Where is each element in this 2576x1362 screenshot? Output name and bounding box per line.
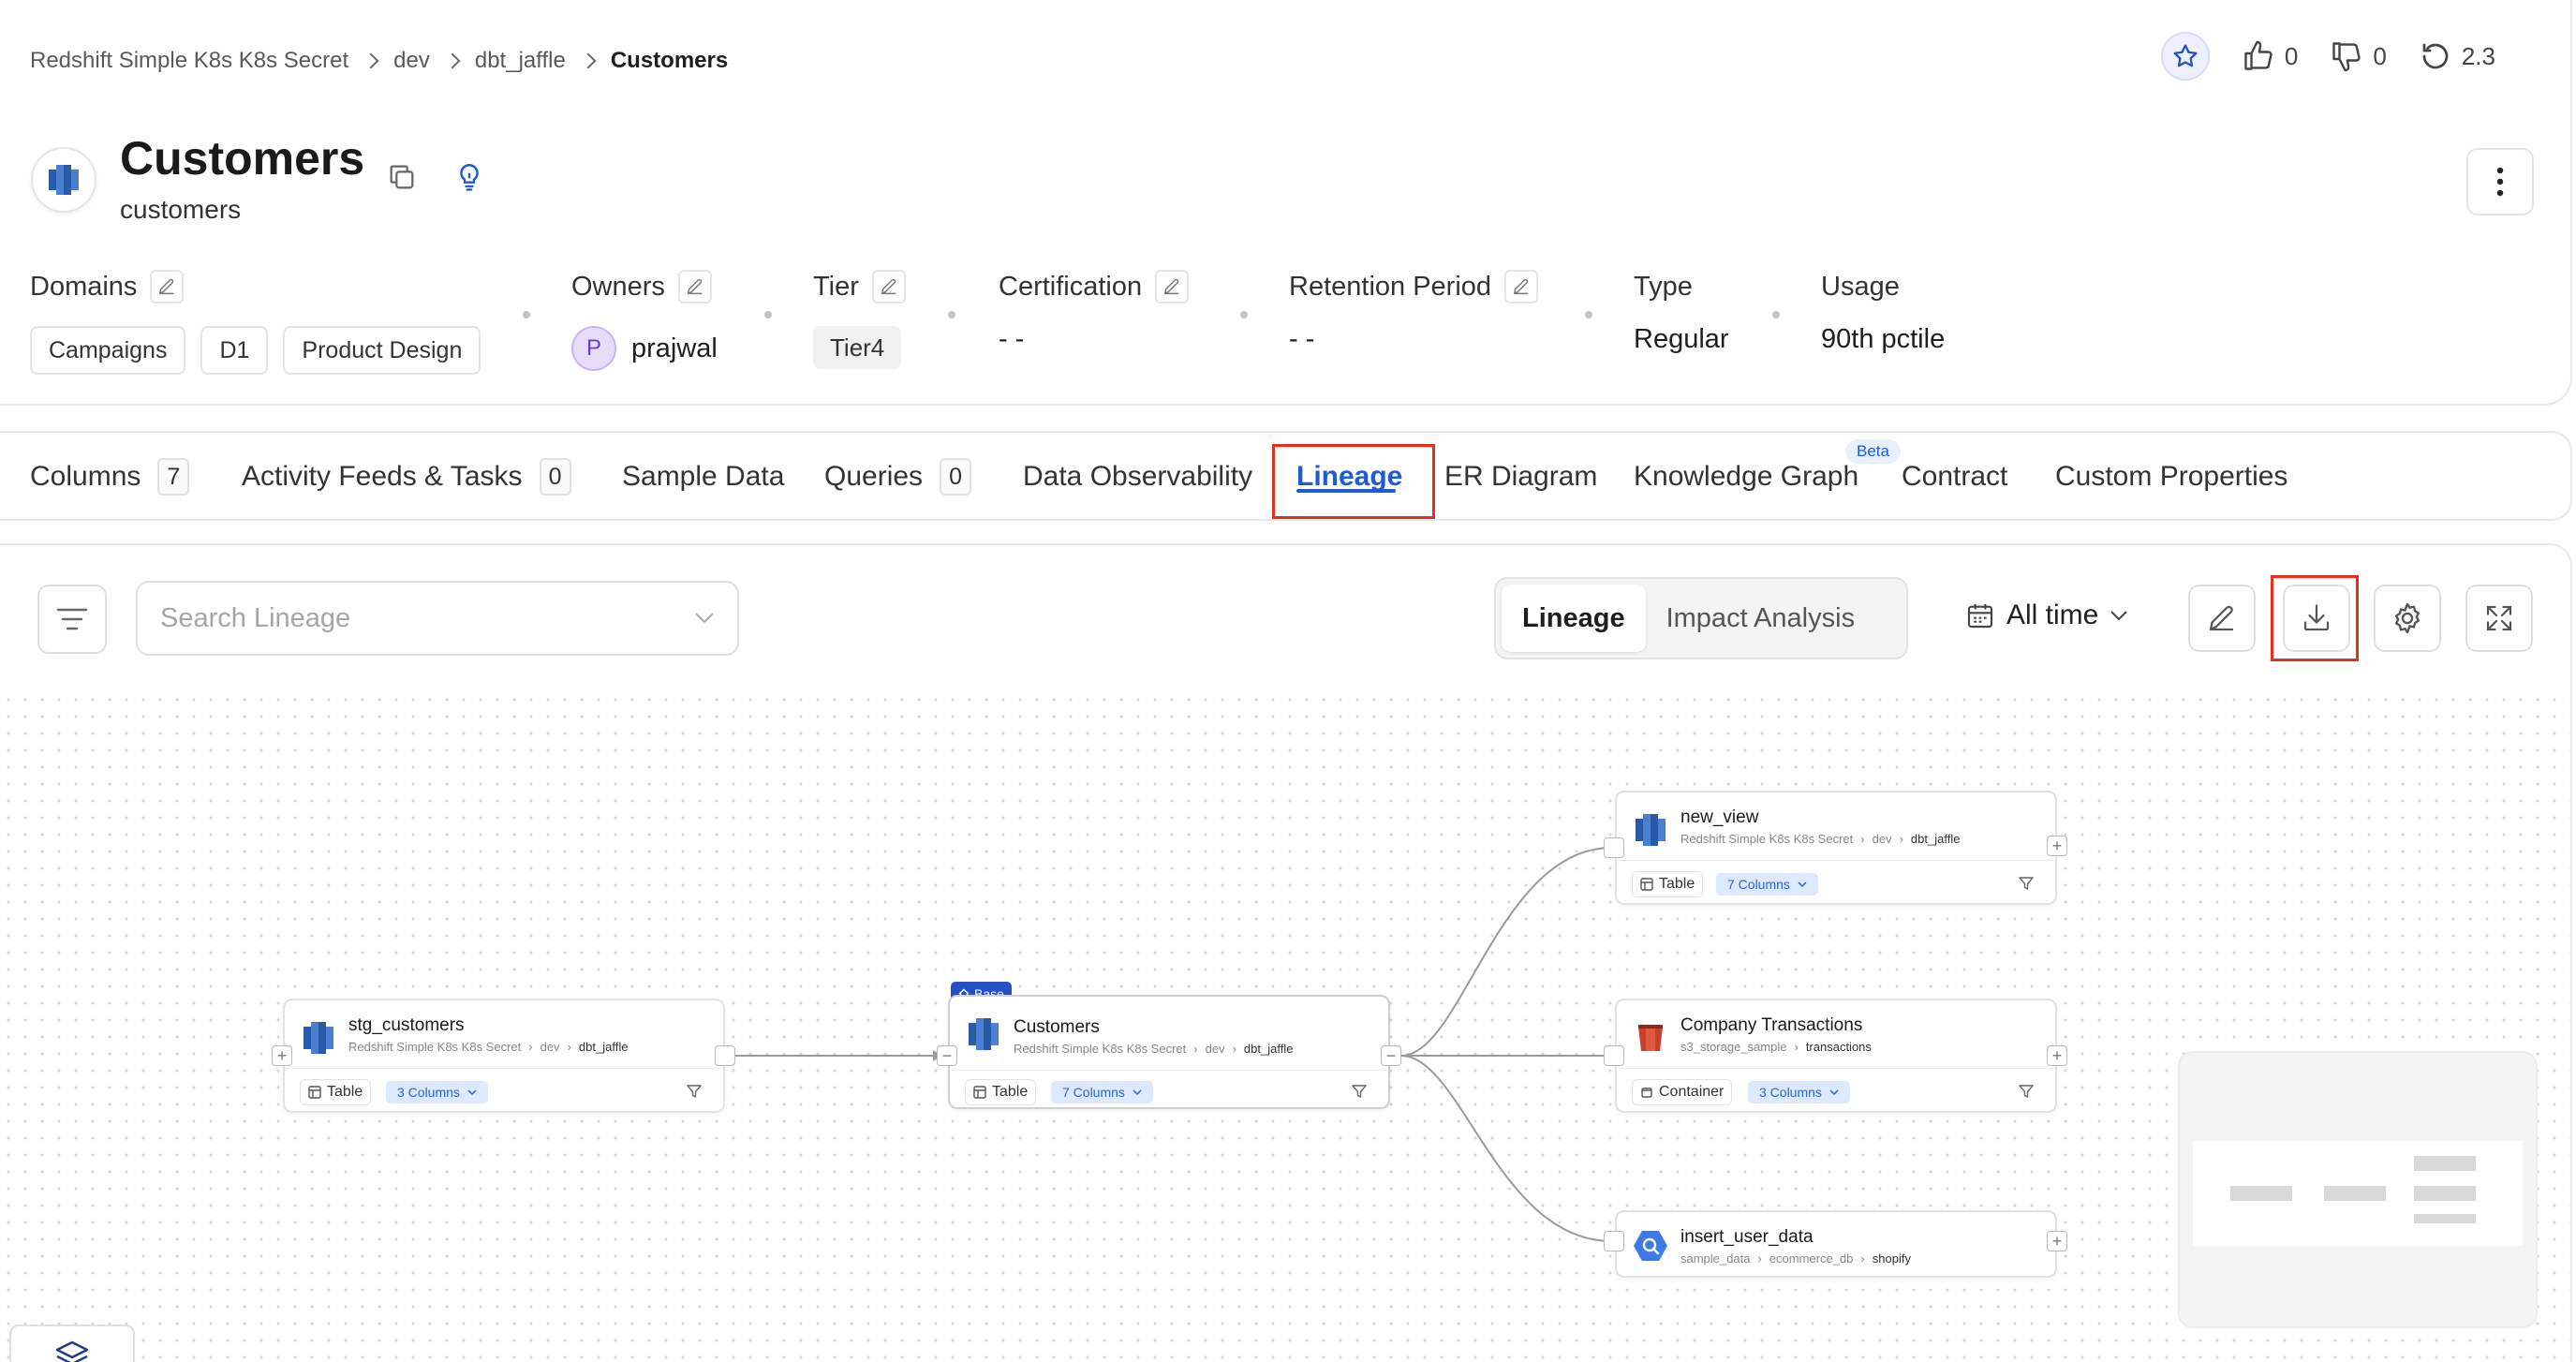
- chevron-right-icon: ›: [1899, 832, 1903, 846]
- s3-bucket-icon: [1638, 1025, 1663, 1051]
- columns-count: 7 Columns: [1727, 877, 1790, 892]
- table-icon: [1640, 878, 1653, 891]
- minimap-node: [2414, 1214, 2476, 1223]
- chevron-right-icon: ›: [567, 1040, 571, 1054]
- path-segment: dbt_jaffle: [1243, 1042, 1294, 1056]
- node-type: Table: [992, 1084, 1029, 1100]
- node-type-tag: Table: [1632, 871, 1704, 897]
- chevron-right-icon: ›: [1193, 1042, 1198, 1056]
- lineage-node-customers[interactable]: Customers Redshift Simple K8s K8s Secret…: [948, 995, 1390, 1109]
- node-type: Table: [1659, 876, 1695, 892]
- table-icon: [308, 1086, 321, 1099]
- chevron-right-icon: ›: [1794, 1040, 1799, 1054]
- path-segment: Redshift Simple K8s K8s Secret: [348, 1040, 522, 1054]
- node-divider: [285, 1068, 723, 1069]
- lineage-node-stg-customers[interactable]: stg_customers Redshift Simple K8s K8s Se…: [283, 999, 725, 1113]
- layers-icon: [55, 1340, 89, 1362]
- expand-downstream-button[interactable]: +: [2047, 1045, 2067, 1066]
- node-name: insert_user_data: [1680, 1227, 1814, 1247]
- funnel-icon[interactable]: [686, 1083, 703, 1100]
- node-input-handle[interactable]: [1604, 837, 1624, 858]
- node-input-handle[interactable]: [1604, 1045, 1624, 1066]
- bigquery-icon: [1634, 1231, 1667, 1261]
- path-segment: dbt_jaffle: [578, 1040, 629, 1054]
- node-divider: [1617, 1068, 2055, 1069]
- path-segment: dev: [540, 1040, 560, 1054]
- container-icon: [1641, 1088, 1652, 1098]
- node-divider: [950, 1070, 1388, 1071]
- node-type-tag: Table: [300, 1079, 372, 1105]
- lineage-minimap[interactable]: [2178, 1051, 2538, 1328]
- lineage-node-insert-user-data[interactable]: insert_user_data sample_data › ecommerce_d…: [1615, 1210, 2057, 1278]
- chevron-right-icon: ›: [1860, 1251, 1865, 1266]
- node-type-tag: Container: [1632, 1079, 1733, 1105]
- lineage-page: Redshift Simple K8s K8s Secret dev dbt_j…: [0, 0, 2576, 1362]
- expand-downstream-button[interactable]: +: [2047, 836, 2067, 856]
- chevron-down-icon: [1829, 1088, 1839, 1095]
- columns-toggle[interactable]: 7 Columns: [1051, 1081, 1153, 1103]
- chevron-down-icon: [1133, 1088, 1142, 1095]
- path-segment: transactions: [1805, 1040, 1872, 1054]
- funnel-icon[interactable]: [1351, 1083, 1368, 1100]
- chevron-right-icon: ›: [528, 1040, 533, 1054]
- chevron-down-icon: [1798, 881, 1807, 887]
- funnel-icon[interactable]: [2018, 875, 2035, 892]
- node-divider: [1617, 860, 2055, 861]
- chevron-right-icon: ›: [1232, 1042, 1236, 1056]
- minimap-node: [2414, 1156, 2476, 1171]
- node-path: s3_storage_sample › transactions: [1680, 1040, 1872, 1054]
- node-input-handle[interactable]: [1604, 1231, 1624, 1251]
- node-type: Table: [327, 1084, 363, 1100]
- minimap-node: [2230, 1186, 2292, 1201]
- path-segment: dev: [1205, 1042, 1225, 1056]
- path-segment: dev: [1872, 832, 1892, 846]
- node-name: Customers: [1014, 1017, 1100, 1037]
- edge-customers-to-insert-user-data: [1400, 1055, 1612, 1242]
- columns-toggle[interactable]: 7 Columns: [1716, 873, 1818, 896]
- columns-count: 7 Columns: [1062, 1085, 1125, 1100]
- redshift-icon: [1636, 814, 1666, 846]
- path-segment: ecommerce_db: [1769, 1251, 1854, 1266]
- node-type: Container: [1659, 1084, 1725, 1100]
- lineage-node-company-transactions[interactable]: Company Transactions s3_storage_sample › t…: [1615, 999, 2057, 1113]
- node-path: sample_data › ecommerce_db › shopify: [1680, 1251, 1911, 1266]
- node-name: new_view: [1680, 807, 1759, 827]
- expand-downstream-button[interactable]: +: [2047, 1231, 2067, 1251]
- node-type-tag: Table: [965, 1079, 1037, 1105]
- layers-button[interactable]: [9, 1325, 135, 1362]
- redshift-icon: [969, 1018, 999, 1050]
- node-name: stg_customers: [348, 1015, 465, 1035]
- path-segment: dbt_jaffle: [1910, 832, 1961, 846]
- node-path: Redshift Simple K8s K8s Secret › dev › dbt_j…: [1014, 1042, 1293, 1056]
- table-icon: [973, 1086, 986, 1099]
- minimap-node: [2324, 1186, 2386, 1201]
- redshift-icon: [303, 1022, 333, 1054]
- edge-customers-to-new-view: [1400, 847, 1612, 1057]
- path-segment: s3_storage_sample: [1680, 1040, 1787, 1054]
- chevron-down-icon: [467, 1088, 477, 1095]
- columns-toggle[interactable]: 3 Columns: [386, 1081, 488, 1103]
- path-segment: Redshift Simple K8s K8s Secret: [1680, 832, 1854, 846]
- columns-count: 3 Columns: [1759, 1085, 1822, 1100]
- path-segment: sample_data: [1680, 1251, 1751, 1266]
- columns-toggle[interactable]: 3 Columns: [1748, 1081, 1850, 1103]
- lineage-node-new-view[interactable]: new_view Redshift Simple K8s K8s Secret ›…: [1615, 791, 2057, 905]
- expand-upstream-button[interactable]: +: [272, 1045, 292, 1066]
- collapse-upstream-button[interactable]: −: [937, 1045, 957, 1066]
- chevron-right-icon: ›: [1860, 832, 1865, 846]
- columns-count: 3 Columns: [397, 1085, 460, 1100]
- path-segment: shopify: [1872, 1251, 1911, 1266]
- node-output-handle[interactable]: [715, 1045, 735, 1066]
- minimap-node: [2414, 1186, 2476, 1201]
- funnel-icon[interactable]: [2018, 1083, 2035, 1100]
- node-name: Company Transactions: [1680, 1015, 1863, 1035]
- path-segment: Redshift Simple K8s K8s Secret: [1014, 1042, 1187, 1056]
- node-path: Redshift Simple K8s K8s Secret › dev › dbt_j…: [1680, 832, 1960, 846]
- node-path: Redshift Simple K8s K8s Secret › dev › dbt_j…: [348, 1040, 628, 1054]
- collapse-downstream-button[interactable]: −: [1381, 1045, 1401, 1066]
- chevron-right-icon: ›: [1757, 1251, 1762, 1266]
